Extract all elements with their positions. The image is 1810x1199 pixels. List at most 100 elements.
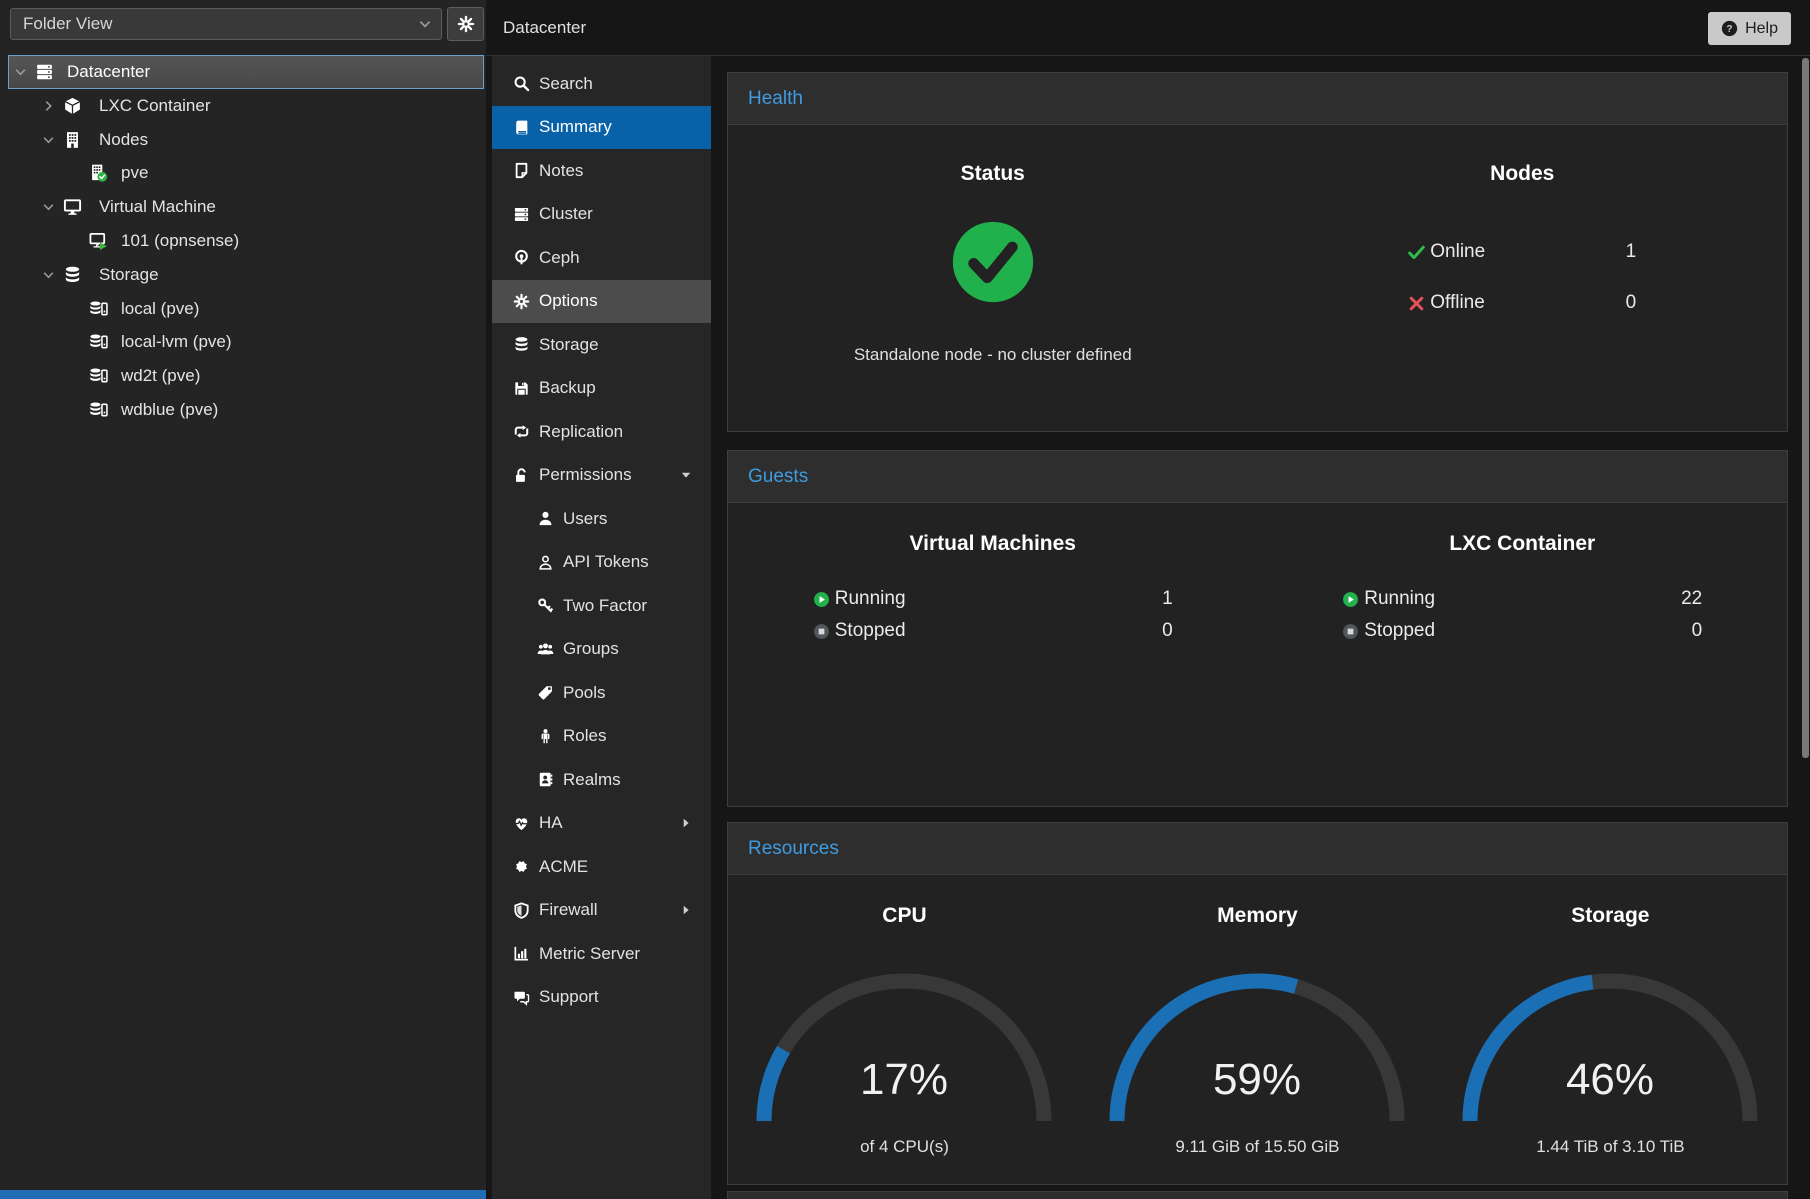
gauge-caption: 1.44 TiB of 3.10 TiB [1434, 1137, 1787, 1157]
stop-circle-icon [1342, 623, 1364, 640]
sidebar-item-pve[interactable]: pve [8, 156, 484, 190]
database-drive-icon [89, 333, 108, 352]
menu-item-cluster[interactable]: Cluster [492, 193, 711, 237]
content-header: Datacenter ? Help [486, 0, 1810, 56]
person-icon [536, 728, 554, 745]
guest-row-value: 0 [1692, 620, 1703, 642]
main-scrollbar-thumb[interactable] [1802, 58, 1809, 758]
tree-toolbar: Folder View [0, 0, 486, 50]
sidebar-item-nodes[interactable]: Nodes [8, 123, 484, 157]
menu-item-support[interactable]: Support [492, 976, 711, 1020]
question-circle-icon: ? [1721, 20, 1738, 37]
sidebar-item-datacenter[interactable]: Datacenter [8, 55, 484, 89]
menu-item-options[interactable]: Options [492, 280, 711, 324]
summary-content: Health Status Standalone node - no clust… [711, 56, 1810, 1199]
resource-gauge-cpu: CPU17%of 4 CPU(s) [728, 875, 1081, 1184]
check-circle-icon [728, 219, 1258, 305]
node-status-value: 0 [1626, 292, 1637, 314]
menu-item-realms[interactable]: Realms [492, 758, 711, 802]
guest-row-label: Stopped [835, 620, 906, 642]
resource-tree: Datacenter LXC Container Nodes pve Virtual M… [0, 50, 486, 1199]
sidebar-item-101-opnsense[interactable]: 101 (opnsense) [8, 224, 484, 258]
menu-item-backup[interactable]: Backup [492, 367, 711, 411]
menu-item-notes[interactable]: Notes [492, 149, 711, 193]
menu-item-two-factor[interactable]: Two Factor [492, 584, 711, 628]
sidebar-item-wdblue-pve[interactable]: wdblue (pve) [8, 393, 484, 427]
menu-item-label: Metric Server [539, 944, 640, 964]
user-outline-icon [536, 554, 554, 571]
chevron-right-expander-icon[interactable] [41, 98, 56, 113]
sidebar-item-label: Virtual Machine [99, 197, 216, 217]
cube-icon [63, 96, 82, 115]
cluster-icon [512, 206, 530, 223]
desktop-play-icon [89, 232, 108, 251]
chevron-down-expander-icon[interactable] [13, 65, 28, 80]
view-mode-value: Folder View [23, 14, 112, 33]
gauge-percent: 59% [1213, 1055, 1301, 1104]
menu-item-metric-server[interactable]: Metric Server [492, 932, 711, 976]
caret-right-icon [679, 903, 693, 917]
resource-tree-panel: Folder View Datacenter LXC Container Nodes… [0, 0, 486, 1199]
menu-item-permissions[interactable]: Permissions [492, 454, 711, 498]
gauge-heading: Storage [1434, 903, 1787, 929]
gear-icon [513, 293, 530, 310]
sidebar-item-local-pve[interactable]: local (pve) [8, 292, 484, 326]
guests-column-heading: Virtual Machines [728, 531, 1258, 557]
log-panel-splitter[interactable] [0, 1190, 486, 1199]
sidebar-item-label: 101 (opnsense) [121, 231, 239, 251]
gear-icon [457, 15, 475, 33]
health-panel-title: Health [728, 73, 1787, 125]
database-drive-icon [89, 401, 108, 420]
svg-text:?: ? [1727, 24, 1733, 35]
chevron-down-expander-icon[interactable] [41, 132, 56, 147]
sidebar-item-label: pve [121, 163, 148, 183]
note-icon [513, 162, 530, 179]
menu-item-label: API Tokens [563, 552, 649, 572]
menu-item-roles[interactable]: Roles [492, 715, 711, 759]
node-status-row-online: Online1 [1408, 235, 1636, 269]
menu-item-api-tokens[interactable]: API Tokens [492, 541, 711, 585]
menu-item-label: Ceph [539, 248, 580, 268]
menu-item-ha[interactable]: HA [492, 802, 711, 846]
menu-item-firewall[interactable]: Firewall [492, 889, 711, 933]
sidebar-item-storage[interactable]: Storage [8, 258, 484, 292]
sidebar-item-virtual-machine[interactable]: Virtual Machine [8, 190, 484, 224]
menu-item-users[interactable]: Users [492, 497, 711, 541]
database-icon [512, 336, 530, 353]
guests-panel-title: Guests [728, 451, 1787, 503]
certificate-icon [512, 858, 530, 875]
menu-item-ceph[interactable]: Ceph [492, 236, 711, 280]
tree-settings-button[interactable] [447, 7, 484, 41]
menu-item-groups[interactable]: Groups [492, 628, 711, 672]
play-circle-icon [813, 591, 830, 608]
sidebar-item-label: LXC Container [99, 96, 211, 116]
chevron-right-icon [41, 98, 56, 113]
menu-item-acme[interactable]: ACME [492, 845, 711, 889]
menu-item-search[interactable]: Search [492, 62, 711, 106]
caret-right-icon [679, 816, 693, 830]
address-book-icon [537, 771, 554, 788]
users-icon [537, 641, 554, 658]
status-message: Standalone node - no cluster defined [728, 345, 1258, 365]
address-book-icon [536, 771, 554, 788]
menu-item-replication[interactable]: Replication [492, 410, 711, 454]
gauge-percent: 46% [1566, 1055, 1654, 1104]
user-icon [536, 510, 554, 527]
desktop-icon [63, 198, 82, 217]
menu-item-pools[interactable]: Pools [492, 671, 711, 715]
play-circle-icon [1342, 591, 1359, 608]
sidebar-item-wd2t-pve[interactable]: wd2t (pve) [8, 359, 484, 393]
menu-item-summary[interactable]: Summary [492, 106, 711, 150]
sidebar-item-local-lvm-pve[interactable]: local-lvm (pve) [8, 325, 484, 359]
chevron-down-expander-icon[interactable] [41, 267, 56, 282]
datacenter-menu: SearchSummaryNotesCluster Ceph OptionsStor… [492, 56, 711, 1199]
floppy-icon [513, 380, 530, 397]
menu-item-storage[interactable]: Storage [492, 323, 711, 367]
chevron-down-icon [13, 65, 28, 80]
view-mode-select[interactable]: Folder View [10, 8, 442, 40]
help-button[interactable]: ? Help [1708, 12, 1791, 45]
sidebar-item-lxc-container[interactable]: LXC Container [8, 89, 484, 123]
chevron-down-expander-icon[interactable] [41, 200, 56, 215]
caret-right-icon [679, 816, 693, 830]
key-icon [537, 597, 554, 614]
